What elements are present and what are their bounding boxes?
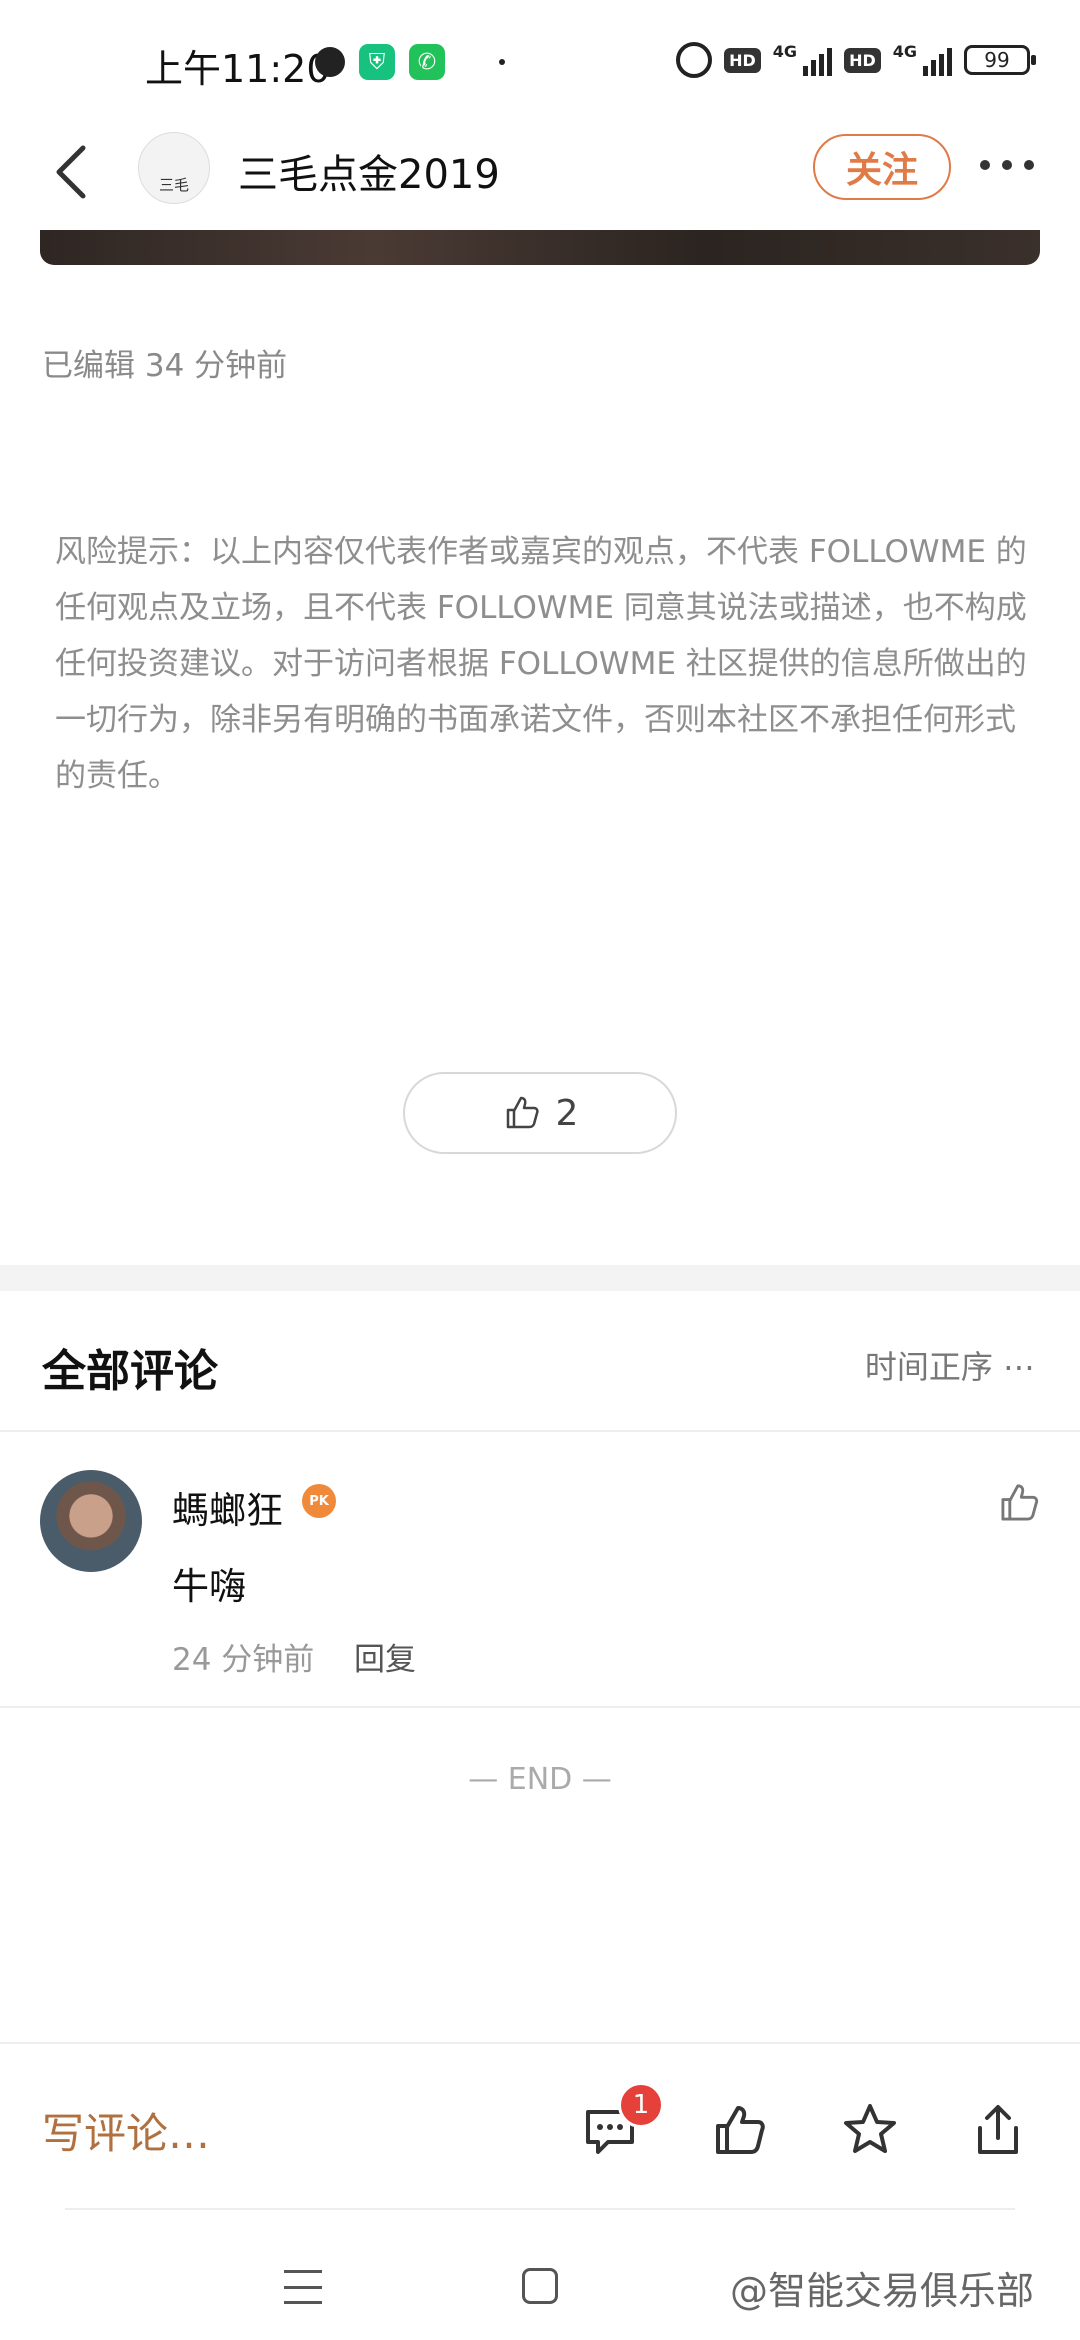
more-options-icon[interactable] [980,160,1034,170]
recent-apps-icon[interactable] [284,2270,322,2304]
post-image[interactable] [40,230,1040,265]
system-navigation: @智能交易俱乐部 [0,2230,1080,2340]
ellipsis-icon: ⋯ [992,1348,1035,1386]
network-type-1: 4G [772,42,798,61]
risk-notice: 风险提示：以上内容仅代表作者或嘉宾的观点，不代表 FOLLOWME 的任何观点及… [55,534,1027,794]
share-icon[interactable] [968,2100,1028,2160]
nav-divider [65,2208,1015,2210]
section-separator [0,1265,1080,1291]
system-indicators: HD 4G HD 4G 99 [676,42,1036,78]
hd-icon-2: HD [844,47,881,73]
signal-icon [803,44,833,76]
bottom-action-bar: 写评论… 1 [0,2042,1080,2212]
network-type-2: 4G [892,42,917,61]
wechat-icon: ✆ [409,44,445,80]
end-marker: — END — [468,1762,612,1797]
status-time: 上午11:20 [145,47,331,91]
thumbs-up-icon[interactable] [710,2100,770,2160]
reply-button[interactable]: 回复 [354,1634,416,1679]
comment-text: 牛嗨 [172,1565,246,1608]
author-name[interactable]: 三毛点金2019 [238,142,500,200]
back-arrow-icon[interactable] [45,140,105,200]
post-like-button[interactable]: 2 [403,1072,677,1154]
pk-badge-icon: PK [302,1484,336,1518]
home-icon[interactable] [522,2268,558,2304]
sort-order-toggle[interactable]: 时间正序 ⋯ [865,1342,1035,1388]
like-count: 2 [555,1092,579,1134]
status-bar: 上午11:20 ⛨ ✆ HD 4G HD 4G 99 [0,0,1080,120]
author-avatar[interactable]: 三毛 [138,132,210,204]
follow-button[interactable]: 关注 [813,134,951,200]
sort-order-label: 时间正序 [864,1348,993,1386]
signal-icon-2 [923,44,952,76]
write-comment-input[interactable]: 写评论… [42,2100,210,2161]
hd-icon: HD [724,47,761,73]
comment-time: 24 分钟前 [172,1642,315,1678]
shield-app-icon: ⛨ [359,44,395,80]
comment-count-badge: 1 [618,2082,664,2128]
comment-like-icon[interactable] [996,1480,1042,1526]
clock-app-icon [315,47,345,77]
divider [0,1706,1080,1708]
post-header: 三毛 三毛点金2019 关注 [0,120,1080,230]
alarm-icon [676,42,713,78]
commenter-name[interactable]: 螞螂狂 [172,1480,283,1534]
watermark: @智能交易俱乐部 [730,2269,1035,2313]
star-icon[interactable] [840,2100,900,2160]
comments-title: 全部评论 [42,1346,218,1397]
notification-icons: ⛨ ✆ [315,44,505,80]
commenter-avatar[interactable] [40,1470,142,1572]
divider [0,1430,1080,1432]
battery-icon: 99 [964,45,1036,75]
edited-time: 已编辑 34 分钟前 [42,348,288,384]
thumbs-up-icon [506,1096,539,1129]
more-notifications-dot-icon [499,59,505,65]
